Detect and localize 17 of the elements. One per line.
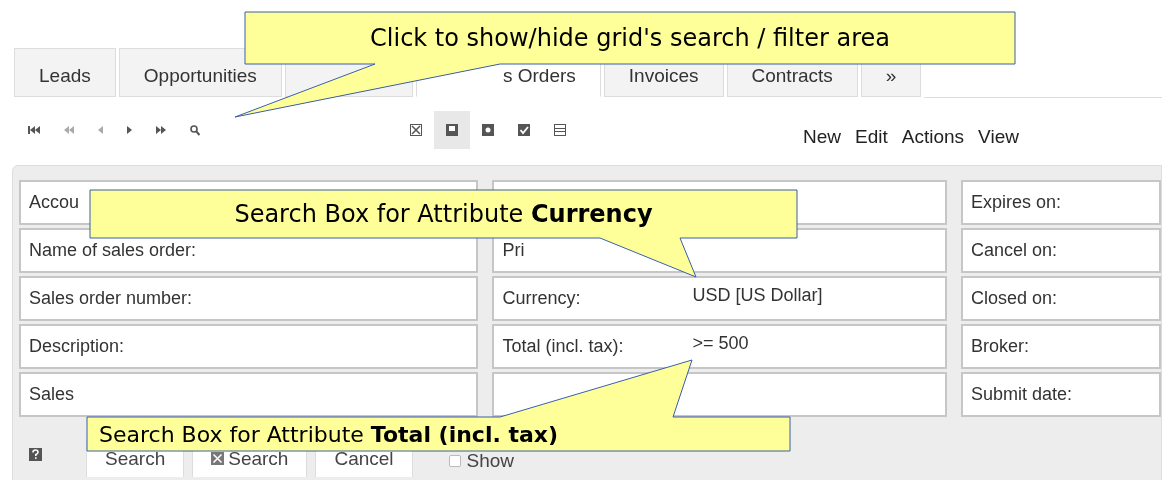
field-label: Description: [29, 336, 125, 357]
callout-tooltip: Search Box for Attribute Total (incl. tax) [86, 358, 792, 453]
field-label: Submit date: [971, 384, 1073, 405]
field-label: Name of sales order: [29, 240, 197, 261]
field-label: Expires on: [971, 192, 1062, 213]
field-label: Sales [29, 384, 75, 405]
field-value: >= 500 [692, 333, 749, 354]
field-label: Closed on: [971, 288, 1058, 309]
field-label: Sales order number: [29, 288, 193, 309]
field-label: Pri [502, 240, 525, 261]
field-label: Accou [29, 192, 80, 213]
field-label: Broker: [971, 336, 1030, 357]
field-label: Cancel on: [971, 240, 1058, 261]
field-value: USD [US Dollar] [692, 285, 823, 306]
field-label: Total (incl. tax): [502, 336, 624, 357]
checkbox-label: Show [466, 450, 515, 472]
field-label: Currency: [502, 288, 581, 309]
